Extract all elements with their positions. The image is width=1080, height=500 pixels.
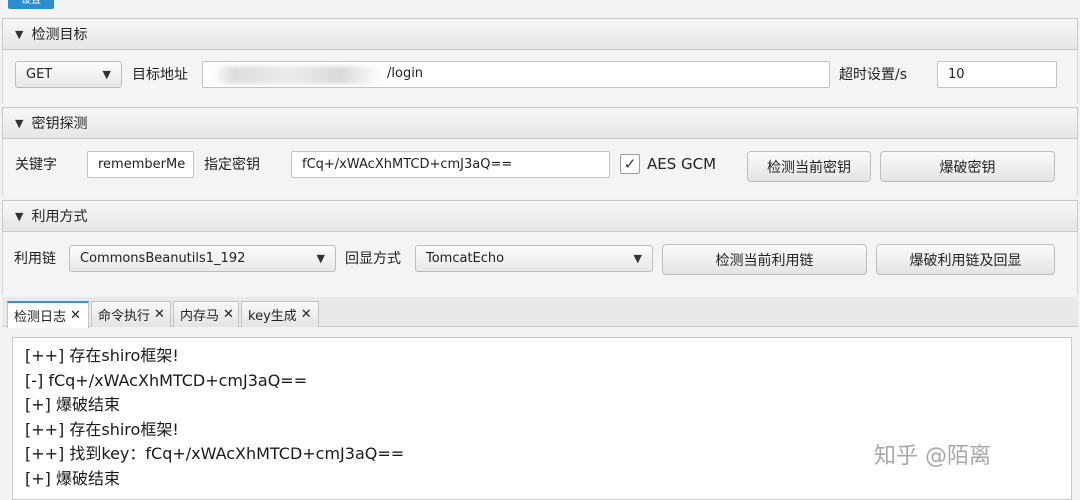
chevron-down-icon: ▼ [102, 68, 111, 81]
log-output[interactable]: [++] 存在shiro框架! [-] fCq+/xWAcXhMTCD+cmJ3… [12, 337, 1072, 500]
aes-gcm-checkbox[interactable]: ✓ [620, 154, 640, 174]
chevron-down-icon: ▼ [633, 252, 642, 265]
tab-label: 检测日志 [14, 310, 67, 325]
exploit-section-title: 利用方式 [31, 209, 88, 225]
close-icon[interactable]: ✕ [301, 307, 312, 322]
target-url-value: /login [387, 66, 424, 81]
brute-key-button[interactable]: 爆破密钥 [880, 151, 1055, 182]
tab-memory-shell[interactable]: 内存马 ✕ [173, 301, 239, 327]
tab-label: 命令执行 [98, 309, 151, 324]
triangle-down-icon: ▼ [15, 116, 24, 130]
tab-label: key生成 [248, 309, 297, 324]
timeout-input[interactable]: 10 [937, 61, 1057, 88]
key-input[interactable]: fCq+/xWAcXhMTCD+cmJ3aQ== [291, 151, 610, 178]
brute-chain-button[interactable]: 爆破利用链及回显 [876, 244, 1055, 275]
keyword-label: 关键字 [15, 157, 57, 173]
echo-label: 回显方式 [345, 251, 401, 267]
target-section-header[interactable]: ▼ 检测目标 [2, 18, 1078, 50]
log-line: [++] 存在shiro框架! [25, 346, 179, 365]
redacted-host [213, 66, 383, 84]
key-section-title: 密钥探测 [31, 116, 88, 132]
log-line: [+] 爆破结束 [25, 468, 120, 488]
echo-value: TomcatEcho [426, 251, 505, 266]
chain-select[interactable]: CommonsBeanutils1_192 ▼ [69, 245, 336, 272]
chain-label: 利用链 [14, 251, 56, 267]
exploit-section-header[interactable]: ▼ 利用方式 [2, 200, 1078, 232]
tab-key-gen[interactable]: key生成 ✕ [241, 301, 319, 327]
key-section-header[interactable]: ▼ 密钥探测 [2, 107, 1078, 139]
chevron-down-icon: ▼ [316, 252, 325, 265]
triangle-down-icon: ▼ [15, 27, 24, 41]
detect-chain-button[interactable]: 检测当前利用链 [662, 244, 867, 275]
tab-command-exec[interactable]: 命令执行 ✕ [91, 301, 171, 327]
close-icon[interactable]: ✕ [223, 307, 234, 322]
tab-label: 内存马 [180, 309, 220, 324]
triangle-down-icon: ▼ [15, 209, 24, 223]
settings-tab[interactable]: 设置 [8, 0, 54, 9]
tab-detection-log[interactable]: 检测日志 ✕ [7, 301, 89, 328]
log-line: [+] 爆破结束 [25, 395, 120, 414]
close-icon[interactable]: ✕ [154, 307, 165, 322]
key-label: 指定密钥 [204, 157, 260, 173]
detect-key-button[interactable]: 检测当前密钥 [747, 151, 871, 182]
timeout-label: 超时设置/s [839, 67, 908, 83]
keyword-input[interactable]: rememberMe [87, 151, 194, 178]
check-icon: ✓ [623, 155, 637, 173]
method-value: GET [26, 67, 53, 82]
watermark: 知乎 @陌离 [874, 444, 991, 469]
url-label: 目标地址 [132, 67, 188, 83]
method-select[interactable]: GET ▼ [15, 61, 122, 88]
chain-value: CommonsBeanutils1_192 [80, 251, 246, 266]
target-section-title: 检测目标 [31, 27, 88, 43]
log-line: [-] fCq+/xWAcXhMTCD+cmJ3aQ== [25, 370, 308, 390]
target-url-input[interactable]: /login [202, 61, 830, 88]
close-icon[interactable]: ✕ [70, 308, 81, 323]
echo-select[interactable]: TomcatEcho ▼ [415, 245, 653, 272]
aes-gcm-label: AES GCM [647, 155, 717, 173]
